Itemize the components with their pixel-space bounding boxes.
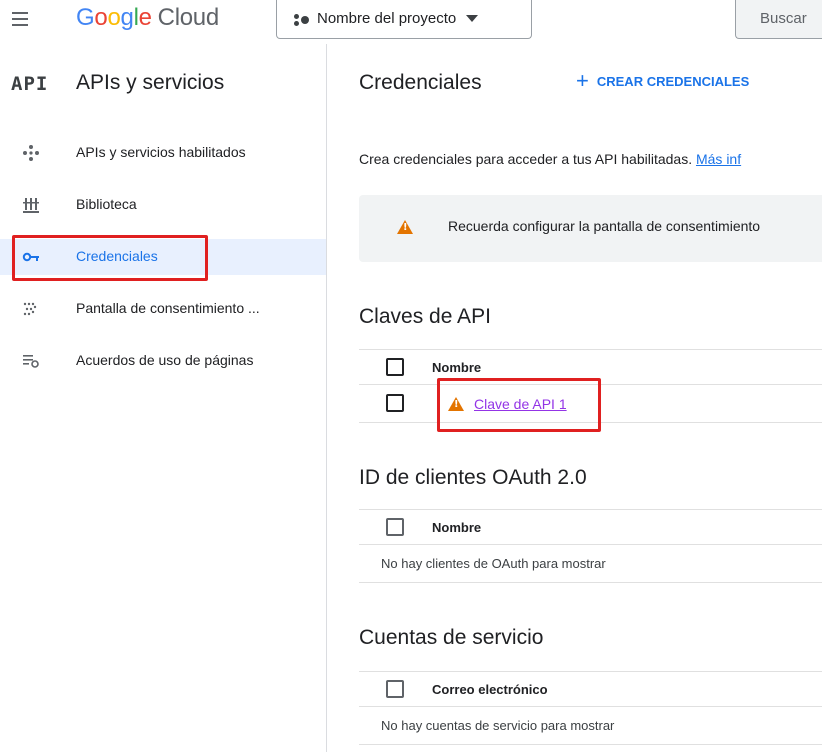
table-row-empty: No hay cuentas de servicio para mostrar: [359, 707, 822, 745]
create-credentials-label: CREAR CREDENCIALES: [596, 73, 750, 89]
oauth-section-title: ID de clientes OAuth 2.0: [359, 466, 587, 489]
sidebar-item-consent-screen[interactable]: Pantalla de consentimiento ...: [0, 291, 326, 327]
google-cloud-logo[interactable]: Google Cloud: [76, 4, 219, 32]
project-picker[interactable]: Nombre del proyecto: [276, 0, 532, 39]
intro-text: Crea credenciales para acceder a tus API…: [359, 151, 741, 167]
sidebar-item-page-usage-agreements[interactable]: Acuerdos de uso de páginas: [0, 343, 326, 379]
column-header-email: Correo electrónico: [432, 682, 548, 697]
service-accounts-section-title: Cuentas de servicio: [359, 626, 544, 649]
page-title: Credenciales: [359, 71, 482, 94]
api-keys-section-title: Claves de API: [359, 305, 491, 328]
empty-state-text: No hay clientes de OAuth para mostrar: [381, 556, 606, 571]
service-accounts-table-header: Correo electrónico: [359, 671, 822, 707]
consent-dots-icon: [23, 302, 37, 316]
select-all-checkbox[interactable]: [386, 358, 404, 376]
search-placeholder: Buscar: [760, 10, 807, 27]
dashboard-diamond-icon: [23, 145, 39, 161]
warning-text: Recuerda configurar la pantalla de conse…: [448, 218, 761, 234]
caret-down-icon: [466, 15, 479, 22]
select-all-checkbox[interactable]: [386, 518, 404, 536]
consent-warning-banner: Recuerda configurar la pantalla de conse…: [359, 195, 822, 262]
sidebar-item-label: Acuerdos de uso de páginas: [76, 352, 254, 368]
settings-list-icon: [23, 355, 39, 368]
sidebar-title: APIs y servicios: [76, 71, 225, 94]
library-icon: [23, 198, 39, 213]
plus-icon: +: [576, 68, 589, 93]
sidebar-item-label: Pantalla de consentimiento ...: [76, 300, 260, 316]
table-row-empty: No hay clientes de OAuth para mostrar: [359, 545, 822, 583]
top-bar: Google Cloud Nombre del proyecto Buscar: [0, 0, 822, 44]
search-input[interactable]: Buscar: [735, 0, 822, 39]
highlight-box-api-key: [437, 378, 601, 432]
row-checkbox[interactable]: [386, 394, 404, 412]
sidebar-item-library[interactable]: Biblioteca: [0, 187, 326, 223]
highlight-box-credentials: [12, 235, 208, 281]
empty-state-text: No hay cuentas de servicio para mostrar: [381, 718, 615, 733]
project-picker-label: Nombre del proyecto: [317, 10, 457, 27]
learn-more-link[interactable]: Más inf: [696, 151, 741, 167]
api-badge-icon: API: [11, 73, 49, 95]
select-all-checkbox[interactable]: [386, 680, 404, 698]
oauth-table-header: Nombre: [359, 509, 822, 545]
project-nodes-icon: [293, 11, 311, 27]
sidebar-item-enabled-apis[interactable]: APIs y servicios habilitados: [0, 135, 326, 171]
intro-text-body: Crea credenciales para acceder a tus API…: [359, 151, 693, 167]
warning-icon: [397, 220, 413, 234]
hamburger-menu-icon[interactable]: [10, 9, 32, 31]
sidebar-item-label: Biblioteca: [76, 196, 137, 212]
column-header-name: Nombre: [432, 520, 482, 535]
column-header-name: Nombre: [432, 360, 482, 375]
sidebar-item-label: APIs y servicios habilitados: [76, 144, 246, 160]
create-credentials-button[interactable]: + CREAR CREDENCIALES: [576, 68, 750, 93]
